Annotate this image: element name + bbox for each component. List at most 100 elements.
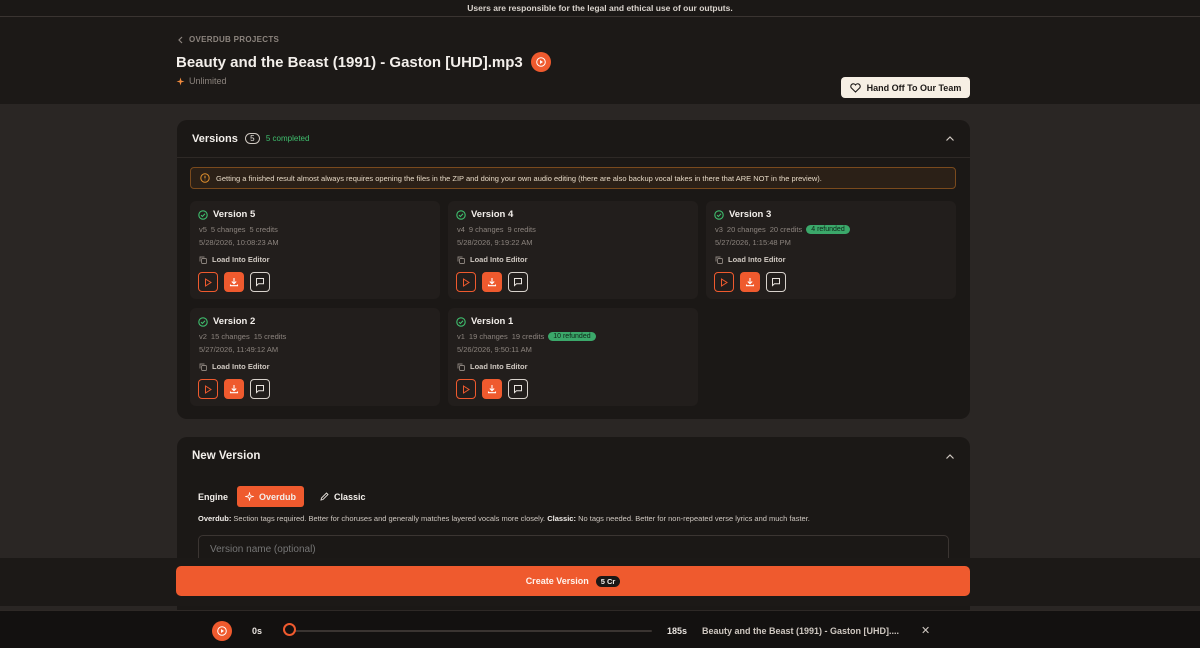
now-playing-title: Beauty and the Beast (1991) - Gaston [UH… [702,626,900,636]
seek-handle[interactable] [283,623,296,636]
pencil-icon [320,492,329,501]
versions-count-badge: 5 [244,133,260,144]
download-icon [229,385,239,394]
check-circle-icon [198,316,208,327]
check-circle-icon [714,209,724,220]
engine-classic-label: Classic [334,491,366,502]
download-button[interactable] [740,272,760,292]
version-changes: 15 changes [210,332,250,341]
check-circle-icon [456,316,466,327]
play-icon [205,384,212,394]
hand-off-label: Hand Off To Our Team [866,82,962,93]
download-icon [745,278,755,287]
version-changes: 20 changes [726,225,766,234]
audio-player: 0s 185s Beauty and the Beast (1991) - Ga… [0,610,1200,648]
load-into-editor-button[interactable]: Load Into Editor [715,255,786,264]
download-icon [487,278,497,287]
engine-classic-button[interactable]: Classic [312,486,374,507]
version-tag: v1 [457,332,465,341]
version-date: 5/26/2026, 9:50:11 AM [457,345,532,354]
feedback-button[interactable] [250,379,270,399]
message-square-icon [772,278,780,287]
breadcrumb[interactable]: OVERDUB PROJECTS [177,35,279,44]
chevron-left-icon [178,36,183,43]
engine-label: Engine [198,491,229,502]
version-tag: v5 [199,225,207,234]
preview-play-button[interactable] [530,52,551,72]
version-changes: 5 changes [210,225,246,234]
play-version-button[interactable] [198,272,218,292]
engine-selector: Engine Overdub Classic [198,486,374,507]
version-credits: 20 credits [769,225,803,234]
plan-label: Unlimited [189,76,227,86]
new-version-header[interactable]: New Version [177,437,970,475]
version-credits: 5 credits [249,225,278,234]
version-name: Version 1 [471,316,514,327]
feedback-button[interactable] [766,272,786,292]
total-duration: 185s [667,626,688,636]
player-play-button[interactable] [212,621,232,641]
load-label: Load Into Editor [212,255,270,264]
versions-title: Versions [192,132,238,145]
message-square-icon [514,278,522,287]
versions-panel: Versions 5 5 completed Getting a finishe… [177,120,970,419]
download-button[interactable] [482,272,502,292]
classic-desc-text: No tags needed. Better for non-repeated … [575,514,810,523]
play-version-button[interactable] [456,272,476,292]
load-label: Load Into Editor [212,362,270,371]
versions-header[interactable]: Versions 5 5 completed [177,120,970,158]
download-button[interactable] [224,272,244,292]
hand-off-button[interactable]: Hand Off To Our Team [841,77,970,98]
load-into-editor-button[interactable]: Load Into Editor [457,362,528,371]
sparkle-icon [176,77,185,85]
engine-overdub-button[interactable]: Overdub [237,486,305,507]
version-card: Version 1 v1 19 changes 19 credits 10 re… [448,308,698,406]
load-label: Load Into Editor [728,255,786,264]
copy-icon [715,256,723,264]
version-date: 5/28/2026, 10:08:23 AM [199,238,279,247]
copy-icon [457,363,465,371]
copy-icon [457,256,465,264]
download-button[interactable] [224,379,244,399]
warning-text: Getting a finished result almost always … [216,173,822,183]
chevron-up-icon[interactable] [945,453,955,460]
play-version-button[interactable] [456,379,476,399]
feedback-button[interactable] [250,272,270,292]
copy-icon [199,363,207,371]
play-icon [535,57,546,67]
create-version-button[interactable]: Create Version 5 Cr [176,566,970,596]
load-into-editor-button[interactable]: Load Into Editor [199,255,270,264]
create-version-label: Create Version [525,576,589,586]
chevron-up-icon[interactable] [945,135,955,142]
handshake-heart-icon [849,82,861,93]
current-time: 0s [252,626,263,636]
play-icon [205,277,212,287]
play-version-button[interactable] [198,379,218,399]
version-tag: v3 [715,225,723,234]
legal-notice-bar: Users are responsible for the legal and … [0,0,1200,17]
version-date: 5/28/2026, 9:19:22 AM [457,238,533,247]
play-version-button[interactable] [714,272,734,292]
version-card: Version 3 v3 20 changes 20 credits 4 ref… [706,201,956,299]
version-tag: v2 [199,332,207,341]
breadcrumb-label[interactable]: OVERDUB PROJECTS [189,35,279,44]
version-name: Version 5 [213,209,256,220]
check-circle-icon [198,209,208,220]
close-player-icon[interactable]: ✕ [921,624,930,637]
page-title: Beauty and the Beast (1991) - Gaston [UH… [176,53,523,71]
plan-status: Unlimited [176,76,227,86]
play-icon [217,626,227,636]
seek-bar[interactable] [289,630,652,632]
feedback-button[interactable] [508,379,528,399]
message-square-icon [256,278,264,287]
version-credits: 9 credits [507,225,536,234]
project-header: OVERDUB PROJECTS Beauty and the Beast (1… [0,17,1200,104]
overdub-desc-label: Overdub: [198,514,232,523]
info-circle-icon [200,173,210,183]
feedback-button[interactable] [508,272,528,292]
load-into-editor-button[interactable]: Load Into Editor [457,255,528,264]
download-button[interactable] [482,379,502,399]
download-icon [487,385,497,394]
check-circle-icon [456,209,466,220]
load-into-editor-button[interactable]: Load Into Editor [199,362,270,371]
